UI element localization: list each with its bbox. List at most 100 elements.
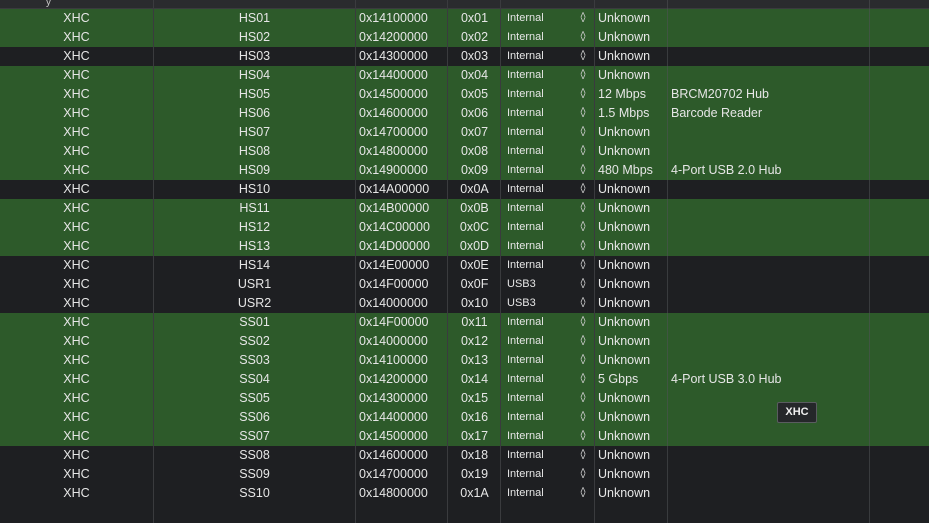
name-cell[interactable]: SS09 <box>154 465 355 484</box>
up-down-chevron-icon[interactable]: ˄ ˅ <box>577 142 589 163</box>
connector-select[interactable]: USB3 <box>507 294 577 313</box>
table-row[interactable]: XHC HS03 0x14300000 0x03 Internal Unknown ˄ ˅ <box>0 47 929 66</box>
up-down-chevron-icon[interactable]: ˄ ˅ <box>577 161 589 182</box>
table-row[interactable]: XHC HS02 0x14200000 0x02 Internal Unknown ˄ ˅ <box>0 28 929 47</box>
name-cell[interactable]: HS11 <box>154 199 355 218</box>
connector-select[interactable]: Internal <box>507 370 577 389</box>
name-cell[interactable]: HS02 <box>154 28 355 47</box>
connector-select[interactable]: Internal <box>507 66 577 85</box>
column-header-type[interactable]: y <box>46 0 51 8</box>
up-down-chevron-icon[interactable]: ˄ ˅ <box>577 47 589 68</box>
connector-select[interactable]: Internal <box>507 484 577 503</box>
table-row[interactable]: XHC SS02 0x14000000 0x12 Internal Unknown ˄ ˅ <box>0 332 929 351</box>
device-cell[interactable] <box>671 123 867 142</box>
up-down-chevron-icon[interactable]: ˄ ˅ <box>577 66 589 87</box>
name-cell[interactable]: SS07 <box>154 427 355 446</box>
up-down-chevron-icon[interactable]: ˄ ˅ <box>577 218 589 239</box>
connector-select[interactable]: Internal <box>507 9 577 28</box>
table-row[interactable]: XHC SS04 0x14200000 0x14 Internal 5 Gbps 4-Por… <box>0 370 929 389</box>
up-down-chevron-icon[interactable]: ˄ ˅ <box>577 275 589 296</box>
up-down-chevron-icon[interactable]: ˄ ˅ <box>577 237 589 258</box>
connector-select[interactable]: Internal <box>507 256 577 275</box>
name-cell[interactable]: SS02 <box>154 332 355 351</box>
device-cell[interactable] <box>671 313 867 332</box>
table-row[interactable]: XHC SS09 0x14700000 0x19 Internal Unknown ˄ ˅ <box>0 465 929 484</box>
name-cell[interactable]: HS08 <box>154 142 355 161</box>
device-cell[interactable] <box>671 332 867 351</box>
connector-select[interactable]: Internal <box>507 389 577 408</box>
name-cell[interactable]: HS06 <box>154 104 355 123</box>
name-cell[interactable]: SS01 <box>154 313 355 332</box>
table-row[interactable]: XHC SS03 0x14100000 0x13 Internal Unknown ˄ ˅ <box>0 351 929 370</box>
table-row[interactable]: XHC HS08 0x14800000 0x08 Internal Unknown ˄ ˅ <box>0 142 929 161</box>
up-down-chevron-icon[interactable]: ˄ ˅ <box>577 28 589 49</box>
table-row[interactable]: XHC USR1 0x14F00000 0x0F USB3 Unknown ˄ ˅ <box>0 275 929 294</box>
up-down-chevron-icon[interactable]: ˄ ˅ <box>577 180 589 201</box>
name-cell[interactable]: SS06 <box>154 408 355 427</box>
table-row[interactable]: XHC HS01 0x14100000 0x01 Internal Unknown ˄ ˅ <box>0 9 929 28</box>
up-down-chevron-icon[interactable]: ˄ ˅ <box>577 123 589 144</box>
connector-select[interactable]: Internal <box>507 446 577 465</box>
name-cell[interactable]: HS04 <box>154 66 355 85</box>
table-row[interactable]: XHC SS07 0x14500000 0x17 Internal Unknown ˄ ˅ <box>0 427 929 446</box>
up-down-chevron-icon[interactable]: ˄ ˅ <box>577 104 589 125</box>
device-cell[interactable] <box>671 28 867 47</box>
device-cell[interactable] <box>671 47 867 66</box>
connector-select[interactable]: Internal <box>507 161 577 180</box>
table-row[interactable]: XHC HS11 0x14B00000 0x0B Internal Unknown ˄ ˅ <box>0 199 929 218</box>
up-down-chevron-icon[interactable]: ˄ ˅ <box>577 199 589 220</box>
device-cell[interactable] <box>671 465 867 484</box>
up-down-chevron-icon[interactable]: ˄ ˅ <box>577 389 589 410</box>
device-cell[interactable] <box>671 446 867 465</box>
up-down-chevron-icon[interactable]: ˄ ˅ <box>577 427 589 448</box>
up-down-chevron-icon[interactable]: ˄ ˅ <box>577 85 589 106</box>
connector-select[interactable]: Internal <box>507 199 577 218</box>
device-cell[interactable] <box>671 180 867 199</box>
connector-select[interactable]: USB3 <box>507 275 577 294</box>
connector-select[interactable]: Internal <box>507 237 577 256</box>
connector-select[interactable]: Internal <box>507 465 577 484</box>
table-row[interactable]: XHC HS07 0x14700000 0x07 Internal Unknown ˄ ˅ <box>0 123 929 142</box>
table-row[interactable]: XHC HS13 0x14D00000 0x0D Internal Unknown ˄ ˅ <box>0 237 929 256</box>
device-cell[interactable] <box>671 142 867 161</box>
connector-select[interactable]: Internal <box>507 332 577 351</box>
name-cell[interactable]: HS12 <box>154 218 355 237</box>
up-down-chevron-icon[interactable]: ˄ ˅ <box>577 9 589 30</box>
name-cell[interactable]: HS09 <box>154 161 355 180</box>
device-cell[interactable] <box>671 199 867 218</box>
up-down-chevron-icon[interactable]: ˄ ˅ <box>577 446 589 467</box>
connector-select[interactable]: Internal <box>507 142 577 161</box>
device-cell[interactable] <box>671 66 867 85</box>
table-row[interactable]: XHC HS12 0x14C00000 0x0C Internal Unknown ˄ ˅ <box>0 218 929 237</box>
device-cell[interactable] <box>671 484 867 503</box>
device-cell[interactable]: Barcode Reader <box>671 104 867 123</box>
name-cell[interactable]: HS14 <box>154 256 355 275</box>
table-row[interactable]: XHC USR2 0x14000000 0x10 USB3 Unknown ˄ ˅ <box>0 294 929 313</box>
name-cell[interactable]: SS03 <box>154 351 355 370</box>
device-cell[interactable] <box>671 256 867 275</box>
table-row[interactable]: XHC SS10 0x14800000 0x1A Internal Unknown ˄ ˅ <box>0 484 929 503</box>
table-row[interactable]: XHC HS05 0x14500000 0x05 Internal 12 Mbps BRCM… <box>0 85 929 104</box>
table-row[interactable]: XHC HS14 0x14E00000 0x0E Internal Unknown ˄ ˅ <box>0 256 929 275</box>
connector-select[interactable]: Internal <box>507 408 577 427</box>
name-cell[interactable]: HS10 <box>154 180 355 199</box>
name-cell[interactable]: USR2 <box>154 294 355 313</box>
connector-select[interactable]: Internal <box>507 104 577 123</box>
device-cell[interactable]: 4-Port USB 3.0 Hub <box>671 370 867 389</box>
table-row[interactable]: XHC HS04 0x14400000 0x04 Internal Unknown ˄ ˅ <box>0 66 929 85</box>
table-row[interactable]: XHC HS09 0x14900000 0x09 Internal 480 Mbps 4-P… <box>0 161 929 180</box>
table-row[interactable]: XHC HS06 0x14600000 0x06 Internal 1.5 Mbps Bar… <box>0 104 929 123</box>
connector-select[interactable]: Internal <box>507 47 577 66</box>
connector-select[interactable]: Internal <box>507 28 577 47</box>
up-down-chevron-icon[interactable]: ˄ ˅ <box>577 370 589 391</box>
table-row[interactable]: XHC HS10 0x14A00000 0x0A Internal Unknown ˄ ˅ <box>0 180 929 199</box>
device-cell[interactable] <box>671 389 867 408</box>
up-down-chevron-icon[interactable]: ˄ ˅ <box>577 484 589 505</box>
connector-select[interactable]: Internal <box>507 123 577 142</box>
device-cell[interactable]: 4-Port USB 2.0 Hub <box>671 161 867 180</box>
name-cell[interactable]: SS05 <box>154 389 355 408</box>
device-cell[interactable] <box>671 427 867 446</box>
name-cell[interactable]: SS04 <box>154 370 355 389</box>
up-down-chevron-icon[interactable]: ˄ ˅ <box>577 332 589 353</box>
up-down-chevron-icon[interactable]: ˄ ˅ <box>577 256 589 277</box>
